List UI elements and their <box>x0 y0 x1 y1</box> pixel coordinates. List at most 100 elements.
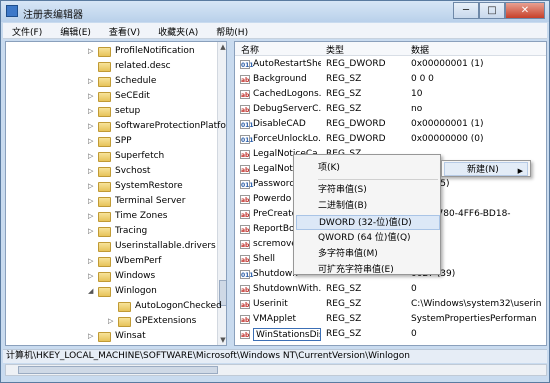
rename-input[interactable]: WinStationsDis... <box>253 328 321 341</box>
expand-arrow-icon[interactable]: ▷ <box>88 183 95 190</box>
expand-arrow-icon[interactable]: ▷ <box>88 108 95 115</box>
tree-item[interactable]: ▷ Tracing <box>6 224 216 239</box>
menu-edit[interactable]: 编辑(E) <box>51 23 100 38</box>
expand-arrow-icon[interactable]: ▷ <box>88 198 95 205</box>
tree-item[interactable]: ▷ Svchost <box>6 164 216 179</box>
tree-item[interactable]: ▷ SoftwareProtectionPlatfo <box>6 119 226 134</box>
value-row[interactable]: ab ShutdownWith... REG_SZ 0 <box>235 282 546 297</box>
value-row[interactable]: ab Background REG_SZ 0 0 0 <box>235 72 546 87</box>
window-title: 注册表编辑器 <box>23 10 83 21</box>
column-header-data[interactable]: 数据 <box>411 43 429 56</box>
menu-item-new-type[interactable]: 字符串值(S) <box>296 183 440 198</box>
tree-item[interactable]: ▷ Windows <box>6 269 216 284</box>
horizontal-scrollbar[interactable] <box>5 364 547 376</box>
tree-item-label: Tracing <box>115 226 148 236</box>
tree-item[interactable]: related.desc <box>6 59 216 74</box>
expand-arrow-icon[interactable]: ▷ <box>88 153 95 160</box>
maximize-button[interactable]: □ <box>479 2 505 19</box>
menu-favorites[interactable]: 收藏夹(A) <box>149 23 207 38</box>
value-row[interactable]: 011 ForceUnlockLo... REG_DWORD 0x00000000 (… <box>235 132 546 147</box>
title-bar[interactable]: 注册表编辑器 ─ □ ✕ <box>1 1 549 22</box>
menu-item-new-type[interactable]: 可扩充字符串值(E) <box>296 263 440 278</box>
value-data: SystemPropertiesPerforman <box>411 314 537 324</box>
menu-view[interactable]: 查看(V) <box>100 23 149 38</box>
folder-icon <box>98 182 111 192</box>
menu-item-new-type[interactable]: 项(K) <box>296 161 440 176</box>
scroll-up-icon[interactable]: ▲ <box>218 42 226 52</box>
column-header-name[interactable]: 名称 <box>241 43 259 56</box>
new-submenu: 项(K) 字符串值(S) 二进制值(B) DWORD (32-位)值(D) QWORD … <box>293 154 441 275</box>
expand-arrow-icon[interactable] <box>88 243 95 250</box>
value-row[interactable]: 011 AutoRestartShell REG_DWORD 0x00000001 (… <box>235 57 546 72</box>
tree-item[interactable]: ▷ SeCEdit <box>6 89 216 104</box>
tree-item[interactable]: ▷ SPP <box>6 134 216 149</box>
tree-item[interactable]: ▷ Superfetch <box>6 149 216 164</box>
menu-item-new-type[interactable]: DWORD (32-位)值(D) <box>296 215 440 230</box>
expand-arrow-icon[interactable]: ▷ <box>88 168 95 175</box>
expand-arrow-icon[interactable]: ▷ <box>88 228 95 235</box>
tree-item-label: GPExtensions <box>135 316 197 326</box>
menu-file[interactable]: 文件(F) <box>3 23 51 38</box>
scroll-down-icon[interactable]: ▼ <box>218 335 226 345</box>
value-row[interactable]: ab VMApplet REG_SZ SystemPropertiesPerforma… <box>235 312 546 327</box>
tree-item[interactable]: ▷ Time Zones <box>6 209 216 224</box>
tree-item[interactable]: ▷WinSATAPI <box>6 344 216 345</box>
value-type: REG_SZ <box>326 74 362 84</box>
value-row[interactable]: ab DebugServerC... REG_SZ no <box>235 102 546 117</box>
expand-arrow-icon[interactable]: ◢ <box>88 288 95 295</box>
expand-arrow-icon[interactable] <box>108 303 115 310</box>
expand-arrow-icon[interactable]: ▷ <box>88 123 95 130</box>
tree-item[interactable]: ▷ Terminal Server <box>6 194 216 209</box>
tree-item[interactable]: ▷ ProfileNotification <box>6 44 216 59</box>
expand-arrow-icon[interactable]: ▷ <box>88 93 95 100</box>
tree-item[interactable]: ▷ Schedule <box>6 74 216 89</box>
menu-item-new-type[interactable]: 二进制值(B) <box>296 199 440 214</box>
tree-item-label: ProfileNotification <box>115 46 195 56</box>
folder-icon <box>98 152 111 162</box>
menu-item-new[interactable]: 新建(N) ▶ <box>444 162 528 176</box>
tree-item[interactable]: ▷ SystemRestore <box>6 179 216 194</box>
tree-item-label: related.desc <box>115 61 171 71</box>
tree-item-label: SoftwareProtectionPlatfo <box>115 121 226 131</box>
string-value-icon: ab <box>240 255 250 264</box>
expand-arrow-icon[interactable] <box>88 63 95 70</box>
value-row[interactable]: ab CachedLogons... REG_SZ 10 <box>235 87 546 102</box>
registry-app-icon <box>6 5 18 17</box>
menu-item-new-type[interactable]: 多字符串值(M) <box>296 247 440 262</box>
expand-arrow-icon[interactable]: ▷ <box>88 333 95 340</box>
expand-arrow-icon[interactable]: ▷ <box>88 78 95 85</box>
tree-item-label: AutoLogonChecked <box>135 301 222 311</box>
folder-icon <box>98 272 111 282</box>
value-name: DebugServerC... <box>253 104 321 114</box>
tree-item[interactable]: AutoLogonChecked <box>6 299 222 314</box>
tree-item[interactable]: ▷ WbemPerf <box>6 254 216 269</box>
folder-icon <box>98 92 111 102</box>
folder-icon <box>118 302 131 312</box>
folder-icon <box>98 47 111 57</box>
close-button[interactable]: ✕ <box>505 2 545 19</box>
expand-arrow-icon[interactable]: ▷ <box>88 48 95 55</box>
value-row[interactable]: abWinStationsDis... REG_SZ 0 <box>235 327 546 342</box>
value-row[interactable]: ab Userinit REG_SZ C:\Windows\system32\user… <box>235 297 546 312</box>
registry-tree[interactable]: ▲ ▼ ▷ ProfileNotification related.desc ▷ Sch… <box>5 41 227 346</box>
expand-arrow-icon[interactable]: ▷ <box>108 318 115 325</box>
value-row[interactable]: 011 DisableCAD REG_DWORD 0x00000001 (1) <box>235 117 546 132</box>
tree-item-label: SystemRestore <box>115 181 183 191</box>
value-data: C:\Windows\system32\userin <box>411 299 542 309</box>
horizontal-scroll-thumb[interactable] <box>18 366 218 374</box>
expand-arrow-icon[interactable]: ▷ <box>88 138 95 145</box>
expand-arrow-icon[interactable]: ▷ <box>88 273 95 280</box>
tree-item[interactable]: ▷ setup <box>6 104 216 119</box>
menu-item-new-type[interactable]: QWORD (64 位)值(Q) <box>296 231 440 246</box>
expand-arrow-icon[interactable]: ▷ <box>88 258 95 265</box>
folder-icon <box>98 62 111 72</box>
tree-item[interactable]: ▷ GPExtensions <box>6 314 216 329</box>
tree-item[interactable]: Userinstallable.drivers <box>6 239 216 254</box>
tree-item[interactable]: ▷ Winsat <box>6 329 216 344</box>
menu-help[interactable]: 帮助(H) <box>207 23 257 38</box>
minimize-button[interactable]: ─ <box>453 2 479 19</box>
column-header-type[interactable]: 类型 <box>326 43 344 56</box>
context-menu-new: 新建(N) ▶ <box>441 160 531 177</box>
tree-item[interactable]: ◢ Winlogon <box>6 284 216 299</box>
expand-arrow-icon[interactable]: ▷ <box>88 213 95 220</box>
